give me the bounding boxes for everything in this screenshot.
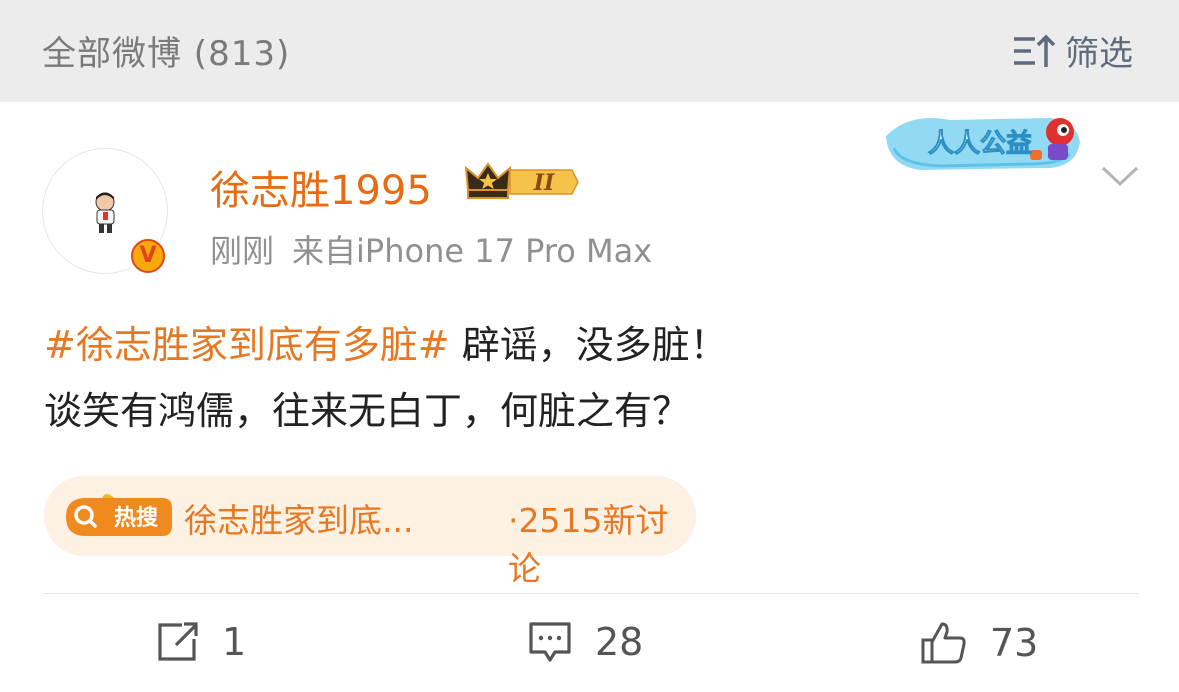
post-source: 来自iPhone 17 Pro Max xyxy=(292,232,653,270)
comment-icon xyxy=(529,622,571,662)
post-time: 刚刚 xyxy=(210,232,275,270)
post-content: #徐志胜家到底有多脏# 辟谣，没多脏！ 谈笑有鸿儒，往来无白丁，何脏之有？ xyxy=(44,312,728,444)
filter-button[interactable]: 筛选 xyxy=(1011,26,1133,75)
verified-badge: V xyxy=(128,236,168,276)
share-icon xyxy=(158,622,198,661)
charity-badge-text: 人人公益 xyxy=(928,129,1032,159)
share-count: 1 xyxy=(222,620,247,664)
level-badge-text: II xyxy=(533,170,555,196)
username[interactable]: 徐志胜1995 xyxy=(210,158,432,216)
like-button[interactable]: 73 xyxy=(920,620,1038,666)
charity-badge[interactable]: 人人公益 xyxy=(880,108,1094,178)
top-bar: 全部微博 (813) 筛选 xyxy=(0,0,1179,102)
chevron-down-icon[interactable] xyxy=(1100,163,1140,189)
comment-button[interactable]: 28 xyxy=(527,620,643,664)
thumbs-up-icon xyxy=(921,622,966,664)
filter-label: 筛选 xyxy=(1065,34,1133,74)
hot-search-badge: 热搜 xyxy=(66,494,172,536)
filter-icon xyxy=(1014,34,1056,67)
like-count: 73 xyxy=(990,621,1039,665)
vip-crown-icon[interactable]: II xyxy=(464,160,580,204)
content-line-2: 谈笑有鸿儒，往来无白丁，何脏之有？ xyxy=(44,389,691,433)
content-text-1: 辟谣，没多脏！ xyxy=(449,323,728,367)
share-button[interactable]: 1 xyxy=(156,620,246,664)
hot-search-count: ·2515新讨论 xyxy=(508,501,669,588)
all-posts-title: 全部微博 (813) xyxy=(42,34,291,74)
hashtag-link[interactable]: #徐志胜家到底有多脏# xyxy=(44,323,450,367)
avatar-figure-icon xyxy=(95,192,115,233)
hot-search-badge-label: 热搜 xyxy=(114,505,159,531)
hot-search-card[interactable]: 热搜 徐志胜家到底... ·2515新讨论 xyxy=(44,476,696,588)
comment-count: 28 xyxy=(595,620,644,664)
hot-search-title: 徐志胜家到底... xyxy=(184,501,414,540)
post-meta: 刚刚 来自iPhone 17 Pro Max xyxy=(210,226,652,272)
content-line-1: #徐志胜家到底有多脏# 辟谣，没多脏！ xyxy=(44,312,728,378)
divider xyxy=(42,593,1138,594)
